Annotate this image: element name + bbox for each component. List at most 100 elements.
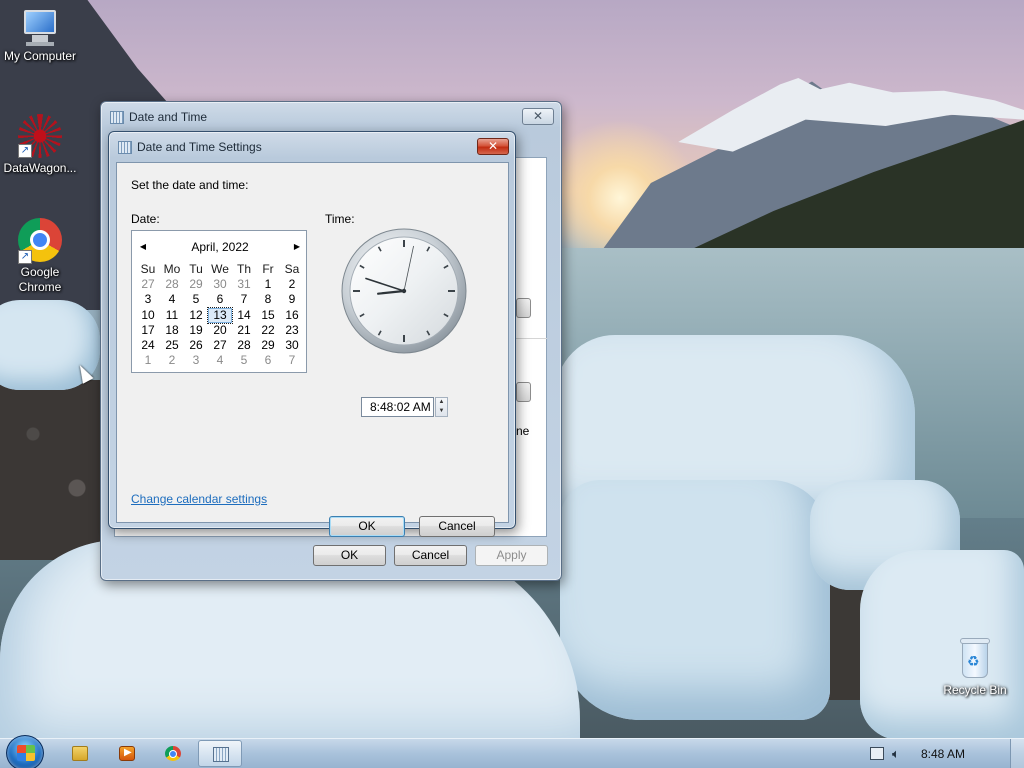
close-button[interactable]: ✕ [522, 108, 554, 125]
calendar-day[interactable]: 10 [136, 308, 160, 323]
calendar-day-other-month[interactable]: 28 [160, 277, 184, 292]
calendar-day-other-month[interactable]: 31 [232, 277, 256, 292]
calendar-day[interactable]: 15 [256, 308, 280, 323]
calendar-week-row: 17 18 19 20 21 22 23 [136, 323, 304, 338]
calendar-day-other-month[interactable]: 5 [232, 353, 256, 368]
calendar-day[interactable]: 19 [184, 323, 208, 338]
desktop-icon-recycle-bin[interactable]: ♻ Recycle Bin [935, 636, 1015, 698]
date-time-icon [110, 111, 124, 124]
network-icon[interactable] [870, 747, 884, 760]
calendar-day[interactable]: 21 [232, 323, 256, 338]
calendar-day[interactable]: 28 [232, 338, 256, 353]
calendar-day-selected[interactable]: 13 [207, 306, 233, 324]
calendar-day-other-month[interactable]: 27 [136, 277, 160, 292]
weekday-label: Tu [189, 262, 203, 276]
calendar-day[interactable]: 6 [208, 292, 232, 307]
title-bar[interactable]: Date and Time Settings ✕ [109, 132, 515, 162]
start-button[interactable] [6, 735, 44, 768]
taskbar-date-and-time[interactable] [198, 740, 242, 767]
windows-logo-icon [17, 745, 35, 761]
calendar-header: ◀ April, 2022 ▶ [132, 240, 308, 256]
calendar-day[interactable]: 1 [256, 277, 280, 292]
desktop-icon-label: Google Chrome [18, 265, 62, 294]
month-calendar[interactable]: ◀ April, 2022 ▶ Su Mo Tu We Th Fr Sa 27 28 29 30 31… [131, 230, 307, 373]
date-and-time-settings-dialog: Date and Time Settings ✕ Set the date an… [108, 131, 516, 537]
show-desktop-button[interactable] [1010, 739, 1024, 768]
calendar-day-other-month[interactable]: 29 [184, 277, 208, 292]
computer-icon [20, 10, 60, 46]
calendar-day-other-month[interactable]: 1 [136, 353, 160, 368]
partial-label: ne [516, 424, 530, 438]
time-spinner[interactable]: ▲ ▼ [435, 397, 448, 417]
weekday-label: Su [140, 262, 156, 276]
desktop-icon-label: Recycle Bin [943, 683, 1007, 697]
calendar-day[interactable]: 2 [280, 277, 304, 292]
media-player-icon [119, 746, 135, 761]
cancel-button[interactable]: Cancel [394, 545, 467, 566]
calendar-day[interactable]: 17 [136, 323, 160, 338]
calendar-day[interactable]: 5 [184, 292, 208, 307]
calendar-day-other-month[interactable]: 3 [184, 353, 208, 368]
taskbar-windows-explorer[interactable] [58, 740, 102, 767]
calendar-day[interactable]: 24 [136, 338, 160, 353]
calendar-day-other-month[interactable]: 6 [256, 353, 280, 368]
taskbar: 🔈︎ 8:48 AM [0, 735, 1024, 768]
volume-icon[interactable]: 🔈︎ [892, 746, 900, 762]
apply-button[interactable]: Apply [475, 545, 548, 566]
calendar-day[interactable]: 25 [160, 338, 184, 353]
calendar-day[interactable]: 12 [184, 308, 208, 323]
spin-up-icon[interactable]: ▲ [436, 398, 447, 407]
calendar-day[interactable]: 8 [256, 292, 280, 307]
calendar-day[interactable]: 22 [256, 323, 280, 338]
title-bar[interactable]: Date and Time ✕ [101, 102, 561, 132]
calendar-day[interactable]: 3 [136, 292, 160, 307]
calendar-day[interactable]: 11 [160, 308, 184, 323]
taskbar-media-player[interactable] [105, 740, 149, 767]
weekday-header-row: Su Mo Tu We Th Fr Sa [136, 262, 304, 277]
ok-button[interactable]: OK [313, 545, 386, 566]
cancel-button[interactable]: Cancel [419, 516, 495, 537]
calendar-day[interactable]: 14 [232, 308, 256, 323]
calendar-day-other-month[interactable]: 7 [280, 353, 304, 368]
folder-icon [72, 746, 88, 761]
calendar-day[interactable]: 23 [280, 323, 304, 338]
calendar-day[interactable]: 9 [280, 292, 304, 307]
calendar-day[interactable]: 26 [184, 338, 208, 353]
next-month-arrow-icon[interactable]: ▶ [292, 242, 302, 252]
calendar-day[interactable]: 29 [256, 338, 280, 353]
desktop-icon-datawagon[interactable]: ↗ DataWagon... [0, 114, 80, 176]
calendar-day-other-month[interactable]: 4 [208, 353, 232, 368]
change-calendar-settings-link[interactable]: Change calendar settings [131, 492, 267, 506]
calendar-week-row: 10 11 12 13 14 15 16 [136, 306, 304, 324]
calendar-day[interactable]: 20 [208, 323, 232, 338]
chrome-icon [165, 746, 181, 761]
chrome-icon: ↗ [18, 218, 62, 264]
datawagon-icon: ↗ [18, 114, 62, 158]
calendar-day[interactable]: 16 [280, 308, 304, 323]
calendar-day[interactable]: 27 [208, 338, 232, 353]
spin-down-icon[interactable]: ▼ [436, 407, 447, 416]
desktop-icon-my-computer[interactable]: My Computer [0, 10, 80, 64]
close-button[interactable]: ✕ [477, 138, 509, 155]
calendar-day[interactable]: 7 [232, 292, 256, 307]
calendar-day-other-month[interactable]: 30 [208, 277, 232, 292]
time-label: Time: [325, 212, 355, 226]
calendar-day[interactable]: 18 [160, 323, 184, 338]
calendar-week-row: 27 28 29 30 31 1 2 [136, 277, 304, 292]
weekday-label: Sa [284, 262, 300, 276]
calendar-day-other-month[interactable]: 2 [160, 353, 184, 368]
date-time-icon [118, 141, 132, 154]
month-year-title[interactable]: April, 2022 [132, 240, 308, 254]
change-timezone-button-edge[interactable] [516, 382, 531, 402]
dialog-body: Set the date and time: Date: Time: ◀ Apr… [116, 162, 509, 537]
calendar-day[interactable]: 30 [280, 338, 304, 353]
taskbar-google-chrome[interactable] [151, 740, 195, 767]
divider [515, 338, 547, 339]
shortcut-arrow-icon: ↗ [18, 144, 32, 158]
ok-button[interactable]: OK [329, 516, 405, 537]
time-input[interactable]: 8:48:02 AM [361, 397, 434, 417]
taskbar-clock[interactable]: 8:48 AM [921, 747, 965, 761]
desktop-icon-google-chrome[interactable]: ↗ Google Chrome [0, 218, 80, 295]
calendar-day[interactable]: 4 [160, 292, 184, 307]
change-date-button-edge[interactable] [516, 298, 531, 318]
